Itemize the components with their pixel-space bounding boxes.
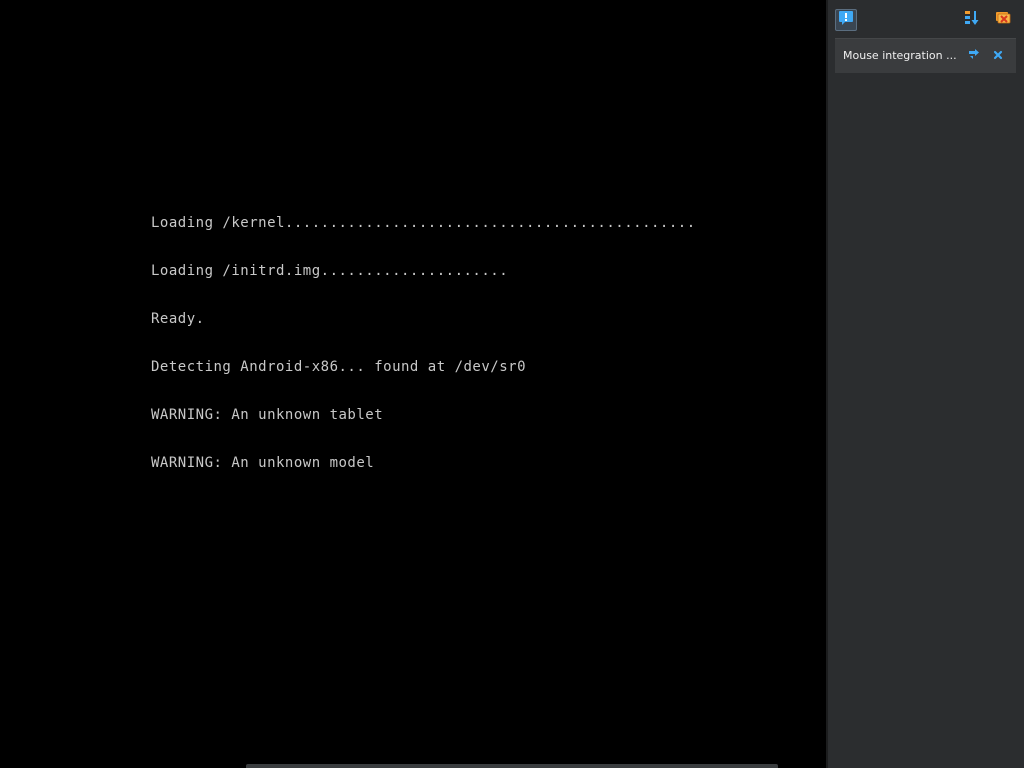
dismiss-all-icon xyxy=(994,9,1012,32)
mini-toolbar-handle[interactable] xyxy=(246,764,778,768)
notification-close-button[interactable] xyxy=(990,48,1006,64)
notification-toolbar xyxy=(828,0,1024,38)
notification-center-button[interactable] xyxy=(835,9,857,31)
vm-window: Loading /kernel.........................… xyxy=(0,0,1024,768)
mouse-integration-toggle-icon xyxy=(968,47,980,65)
notification-item-mouse-integration[interactable]: Mouse integration ... xyxy=(835,38,1016,73)
console-line: Ready. xyxy=(151,311,205,327)
notification-expand-button[interactable] xyxy=(966,48,982,64)
notification-center-icon xyxy=(838,10,854,31)
boot-console: Loading /kernel.........................… xyxy=(151,183,696,503)
console-line: WARNING: An unknown tablet xyxy=(151,407,384,423)
console-line: Detecting Android-x86... found at /dev/s… xyxy=(151,359,527,375)
console-line: WARNING: An unknown model xyxy=(151,455,375,471)
vm-display[interactable]: Loading /kernel.........................… xyxy=(0,0,826,768)
sort-button[interactable] xyxy=(961,9,983,31)
dismiss-all-button[interactable] xyxy=(992,9,1014,31)
console-line: Loading /kernel.........................… xyxy=(151,215,696,231)
notification-panel: Mouse integration ... xyxy=(826,0,1024,768)
notification-text: Mouse integration ... xyxy=(843,49,957,62)
sort-icon xyxy=(963,9,981,32)
close-icon xyxy=(993,47,1003,65)
console-line: Loading /initrd.img..................... xyxy=(151,263,509,279)
